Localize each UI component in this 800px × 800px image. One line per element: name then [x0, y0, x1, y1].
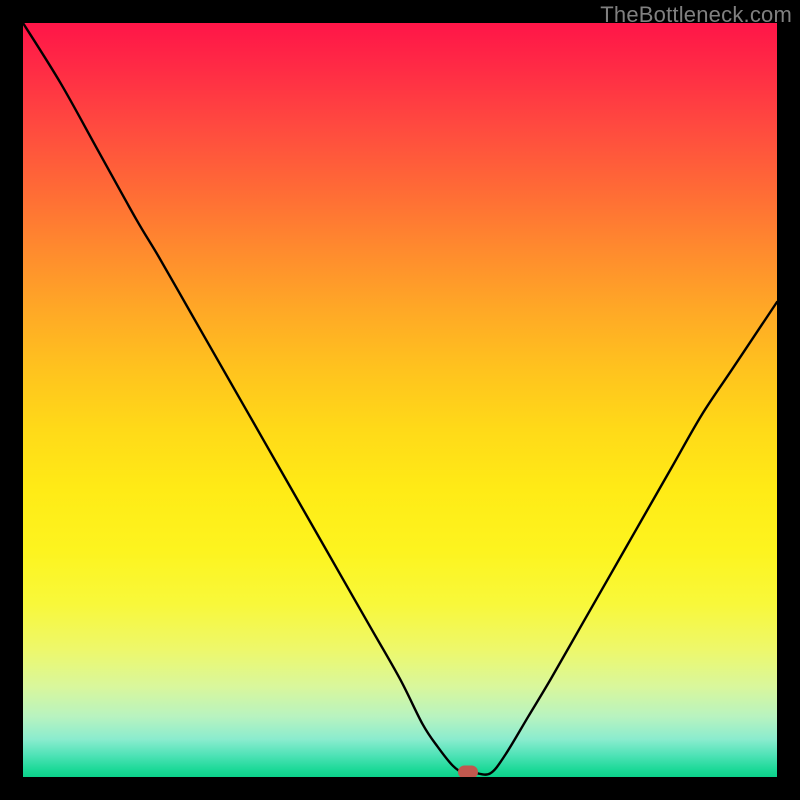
bottleneck-curve	[23, 23, 777, 777]
watermark-text: TheBottleneck.com	[600, 2, 792, 28]
chart-frame: TheBottleneck.com	[0, 0, 800, 800]
optimal-point-marker	[458, 766, 478, 777]
plot-area	[23, 23, 777, 777]
